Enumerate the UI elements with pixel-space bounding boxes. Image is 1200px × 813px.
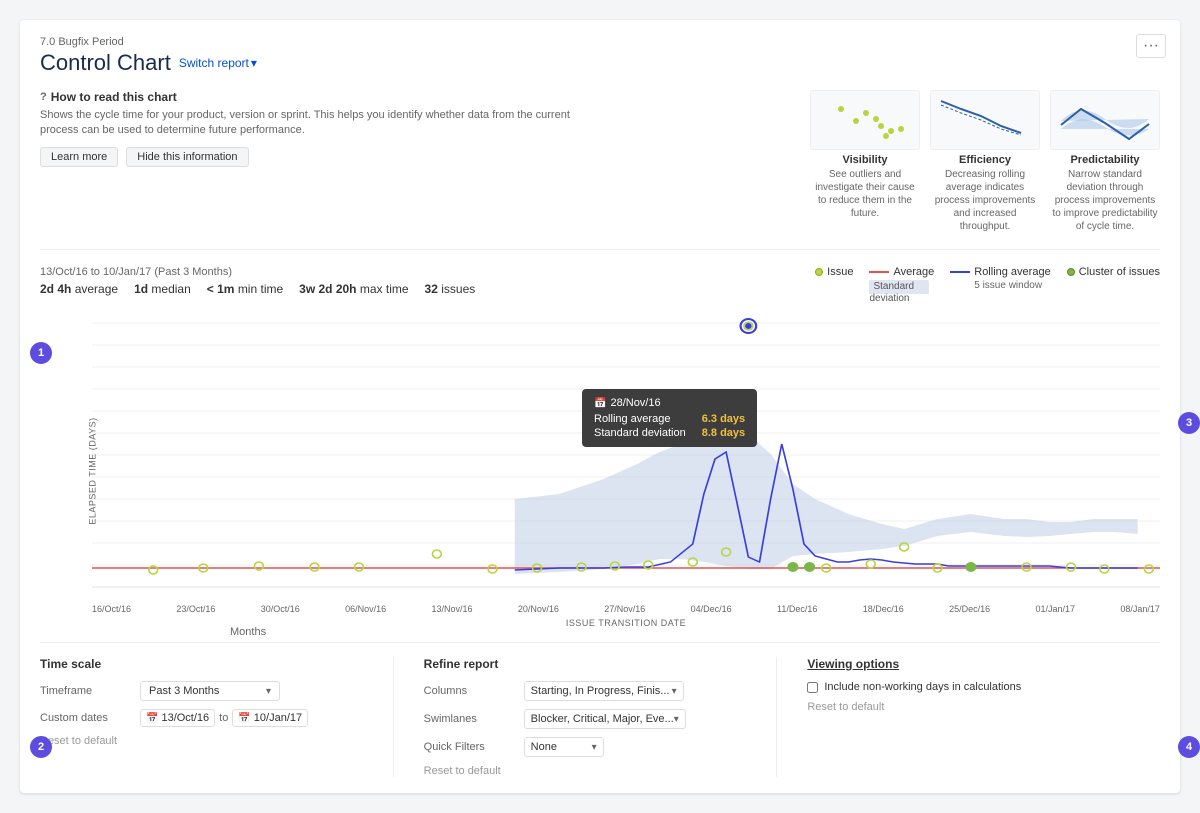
swimlanes-row: Swimlanes Blocker, Critical, Major, Eve.… <box>424 709 757 729</box>
chevron-down-icon: ▾ <box>251 56 257 70</box>
refine-reset: Reset to default <box>424 765 757 777</box>
swimlanes-label: Swimlanes <box>424 713 514 725</box>
predictability-chart-img <box>1050 90 1160 150</box>
info-section: ? How to read this chart Shows the cycle… <box>40 90 1160 250</box>
time-scale-title: Time scale <box>40 657 373 671</box>
timeframe-select[interactable]: Past 3 Months ▾ <box>140 681 280 701</box>
chevron-down-icon: ▾ <box>592 742 597 753</box>
legend-issue: Issue <box>815 266 853 278</box>
non-working-days-label: Include non-working days in calculations <box>824 681 1021 693</box>
quick-filters-label: Quick Filters <box>424 741 514 753</box>
columns-row: Columns Starting, In Progress, Finis... … <box>424 681 757 701</box>
info-card-visibility-text: See outliers and investigate their cause… <box>810 168 920 220</box>
info-card-visibility: Visibility See outliers and investigate … <box>810 90 920 233</box>
calendar-icon: 📅 <box>238 713 250 724</box>
refine-title: Refine report <box>424 657 757 671</box>
chart-container: ELAPSED TIME (DAYS) <box>92 304 1160 628</box>
menu-button[interactable]: ··· <box>1136 34 1166 58</box>
calendar-icon: 📅 <box>146 713 158 724</box>
time-scale-section: Time scale Timeframe Past 3 Months ▾ Cus… <box>40 657 393 777</box>
viewing-section: Viewing options Include non-working days… <box>776 657 1160 777</box>
quick-filters-select[interactable]: None ▾ <box>524 737 604 757</box>
columns-select[interactable]: Starting, In Progress, Finis... ▾ <box>524 681 684 701</box>
stat-median: 1d median <box>134 282 191 296</box>
quick-filters-row: Quick Filters None ▾ <box>424 737 757 757</box>
stat-issues: 32 issues <box>425 282 476 296</box>
non-working-days-row: Include non-working days in calculations <box>807 681 1140 693</box>
chevron-down-icon: ▾ <box>674 714 679 725</box>
info-left: ? How to read this chart Shows the cycle… <box>40 90 790 233</box>
annotation-2: 2 <box>30 736 52 758</box>
info-title: ? How to read this chart <box>40 90 790 104</box>
issue-dot-icon <box>815 268 823 276</box>
legend: Issue Average Standard deviation Rolling… <box>815 266 1160 294</box>
stats-row: 2d 4h average 1d median < 1m min time 3w… <box>40 282 475 296</box>
std-dev-legend: Standard deviation <box>869 280 929 294</box>
timeframe-label: Timeframe <box>40 685 130 697</box>
dates-row: 📅 13/Oct/16 to 📅 10/Jan/17 <box>140 709 308 727</box>
chevron-down-icon: ▾ <box>672 686 677 697</box>
info-card-visibility-title: Visibility <box>810 154 920 166</box>
annotation-1: 1 <box>30 342 52 364</box>
timeframe-row: Timeframe Past 3 Months ▾ <box>40 681 373 701</box>
info-text: Shows the cycle time for your product, v… <box>40 108 600 139</box>
info-card-efficiency: Efficiency Decreasing rolling average in… <box>930 90 1040 233</box>
swimlanes-select[interactable]: Blocker, Critical, Major, Eve... ▾ <box>524 709 686 729</box>
custom-dates-row: Custom dates 📅 13/Oct/16 to 📅 10/Jan/17 <box>40 709 373 727</box>
legend-average: Average <box>869 266 934 278</box>
switch-report-button[interactable]: Switch report ▾ <box>179 56 257 70</box>
to-date-input[interactable]: 📅 10/Jan/17 <box>232 709 308 727</box>
info-buttons: Learn more Hide this information <box>40 147 790 167</box>
stat-max: 3w 2d 20h max time <box>299 282 408 296</box>
rolling-sub: 5 issue window <box>974 280 1050 291</box>
page-title: Control Chart <box>40 50 171 76</box>
x-axis-ticks: 16/Oct/16 23/Oct/16 30/Oct/16 06/Nov/16 … <box>92 602 1160 616</box>
legend-rolling: Rolling average <box>950 266 1050 278</box>
from-date-input[interactable]: 📅 13/Oct/16 <box>140 709 215 727</box>
average-line-icon <box>869 271 889 273</box>
breadcrumb: 7.0 Bugfix Period <box>40 36 1160 48</box>
hide-info-button[interactable]: Hide this information <box>126 147 248 167</box>
cluster-dot-icon <box>1067 268 1075 276</box>
annotation-3: 3 <box>1178 412 1200 434</box>
stat-min: < 1m min time <box>207 282 283 296</box>
annotation-4: 4 <box>1178 736 1200 758</box>
info-card-efficiency-text: Decreasing rolling average indicates pro… <box>930 168 1040 233</box>
visibility-chart-img <box>810 90 920 150</box>
info-card-predictability-title: Predictability <box>1050 154 1160 166</box>
time-scale-reset: Reset to default <box>40 735 373 747</box>
page-title-row: Control Chart Switch report ▾ <box>40 50 1160 76</box>
viewing-options-title[interactable]: Viewing options <box>807 657 1140 671</box>
refine-section: Refine report Columns Starting, In Progr… <box>393 657 777 777</box>
learn-more-button[interactable]: Learn more <box>40 147 118 167</box>
to-label: to <box>219 712 228 724</box>
viewing-reset: Reset to default <box>807 701 1140 713</box>
rolling-avg-line-icon <box>950 271 970 273</box>
months-label: Months <box>230 626 266 638</box>
chart-svg: 0 2 4 6 8 10 12 14 16 18 20 22 24 26 <box>92 304 1160 599</box>
stat-average: 2d 4h average <box>40 282 118 296</box>
info-card-efficiency-title: Efficiency <box>930 154 1040 166</box>
efficiency-chart-img <box>930 90 1040 150</box>
controls-row: Time scale Timeframe Past 3 Months ▾ Cus… <box>40 642 1160 777</box>
y-axis-label: ELAPSED TIME (DAYS) <box>88 417 98 524</box>
custom-dates-label: Custom dates <box>40 712 130 724</box>
non-working-days-checkbox[interactable] <box>807 682 818 693</box>
help-icon: ? <box>40 91 47 103</box>
info-card-predictability: Predictability Narrow standard deviation… <box>1050 90 1160 233</box>
legend-cluster: Cluster of issues <box>1067 266 1160 278</box>
info-card-predictability-text: Narrow standard deviation through proces… <box>1050 168 1160 233</box>
chart-area: 1 2 3 4 ELAPSED TIME (DAYS) <box>40 304 1160 628</box>
date-range: 13/Oct/16 to 10/Jan/17 (Past 3 Months) <box>40 266 475 278</box>
columns-label: Columns <box>424 685 514 697</box>
info-cards: Visibility See outliers and investigate … <box>810 90 1160 233</box>
main-card: ··· 7.0 Bugfix Period Control Chart Swit… <box>20 20 1180 793</box>
chevron-down-icon: ▾ <box>266 686 271 697</box>
